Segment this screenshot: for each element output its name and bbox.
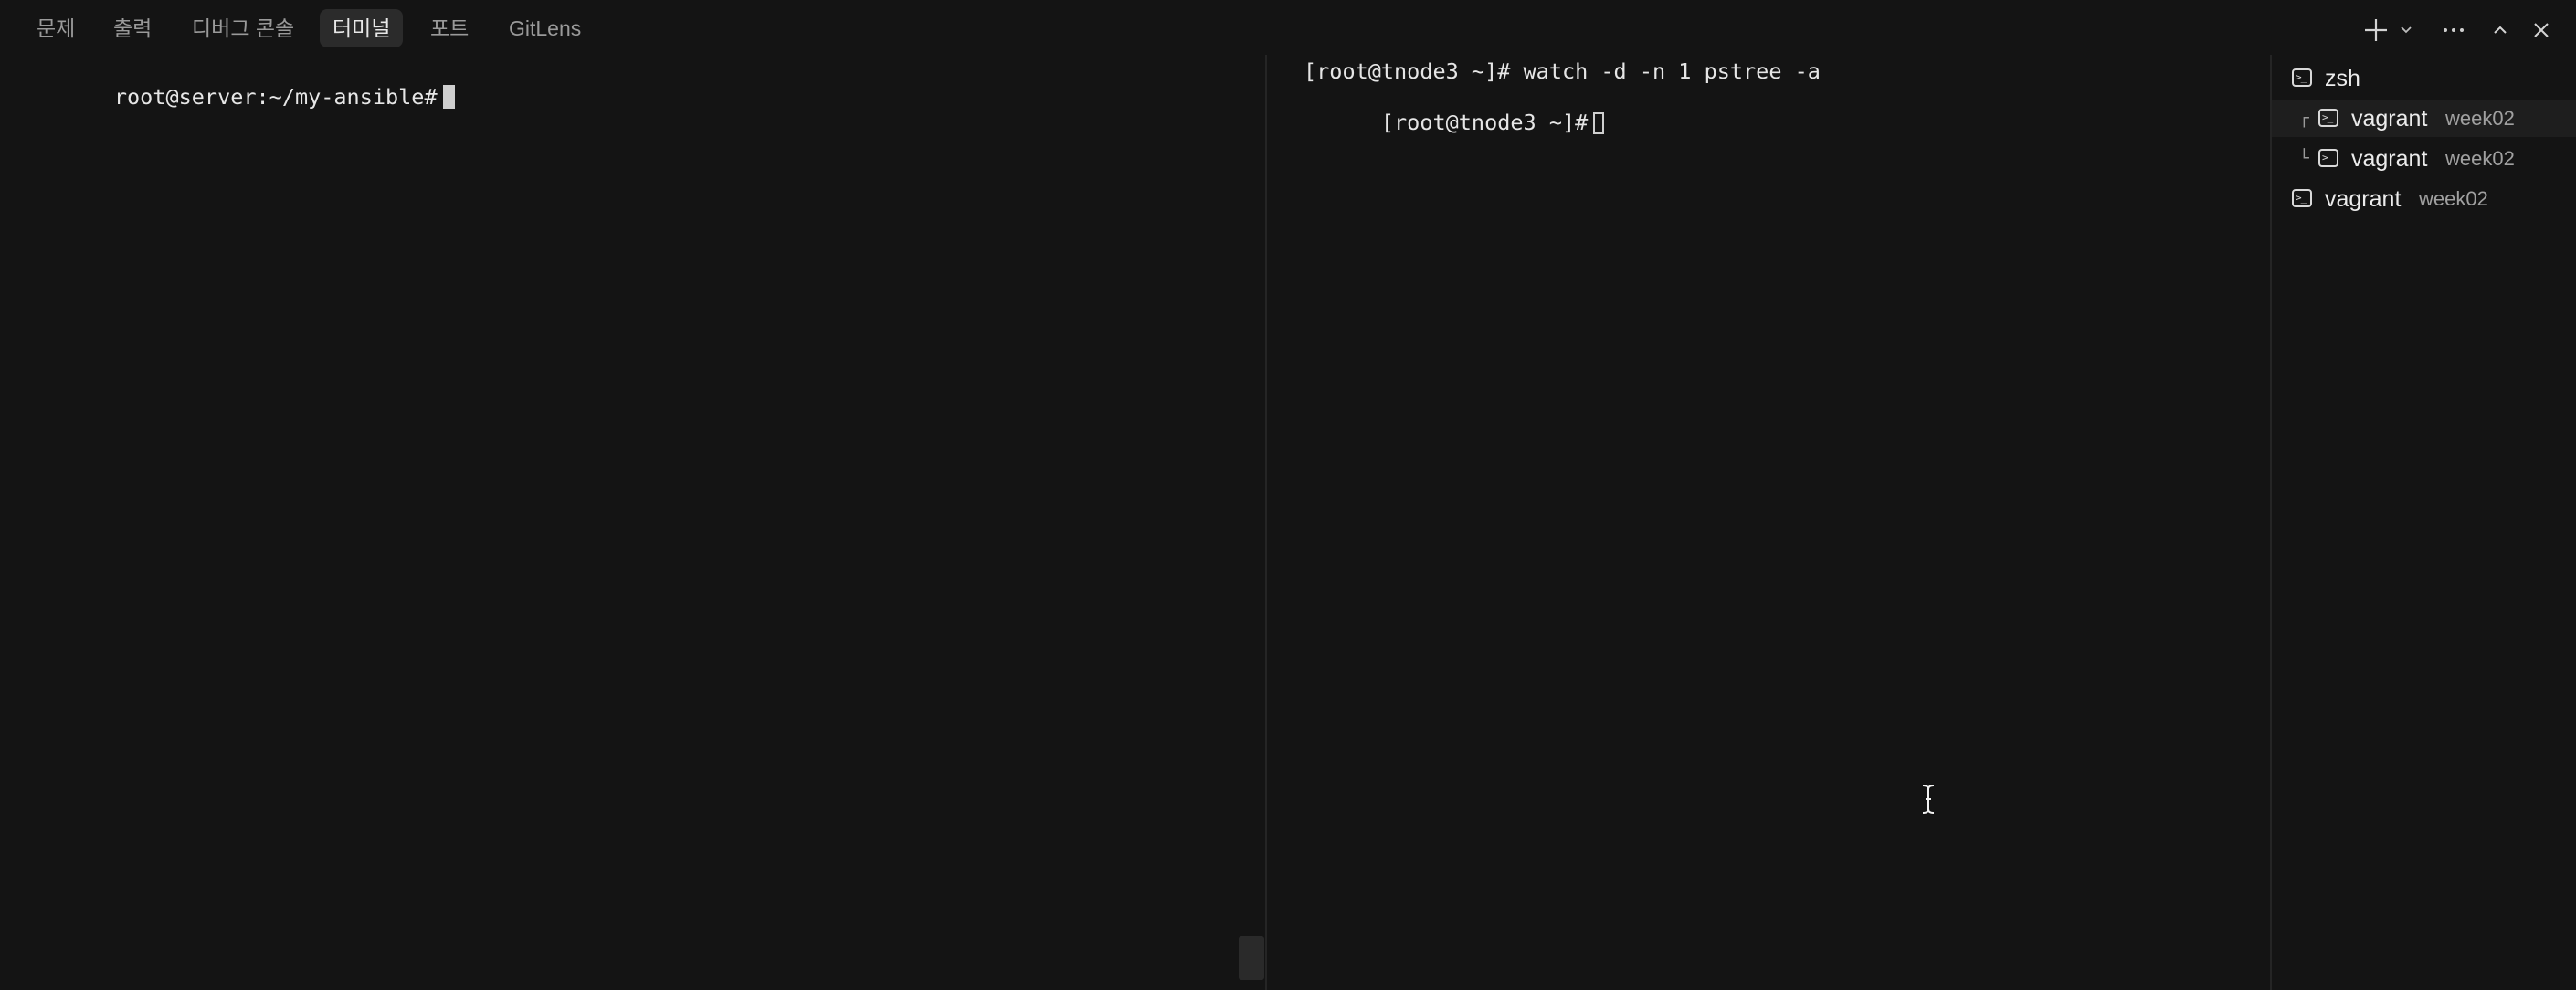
tab-debug-console[interactable]: 디버그 콘솔 [179,9,307,47]
left-pane-scrollbar[interactable] [1239,936,1264,980]
terminal-list: zsh ┌ vagrant week02 └ vagrant week02 va… [2272,55,2576,990]
tab-ports[interactable]: 포트 [417,9,481,47]
terminal-cursor [442,85,455,109]
tab-gitlens[interactable]: GitLens [496,9,594,47]
terminal-list-item[interactable]: └ vagrant week02 [2272,140,2576,177]
tab-problems[interactable]: 문제 [24,9,88,47]
terminal-list-item[interactable]: ┌ vagrant week02 [2272,100,2576,137]
panel-tab-bar: 문제 출력 디버그 콘솔 터미널 포트 GitLens [0,0,2576,55]
terminal-list-item-name: zsh [2325,66,2360,91]
chevron-down-icon[interactable] [2394,11,2418,46]
text-cursor-icon [1922,784,1935,815]
plus-icon[interactable] [2360,11,2391,46]
terminal-list-item-name: vagrant [2325,186,2402,212]
terminal-cursor-unfocused [1593,112,1605,134]
terminal-icon [2318,100,2338,136]
terminal-list-item-name: vagrant [2351,106,2428,132]
terminal-list-item-desc: week02 [2445,107,2515,130]
terminal-list-item-desc: week02 [2419,187,2488,210]
left-terminal-pane[interactable]: root@server:~/my-ansible# [0,55,1265,990]
tree-connector: ┌ [2299,109,2309,128]
right-terminal-prompt: [root@tnode3 ~]# [1380,110,1589,135]
tab-output[interactable]: 출력 [100,9,164,47]
chevron-up-icon[interactable] [2485,11,2516,46]
terminal-list-item[interactable]: vagrant week02 [2272,180,2576,217]
terminal-list-item-desc: week02 [2445,147,2515,170]
right-terminal-line-1: [root@tnode3 ~]# watch -d -n 1 pstree -a [1304,58,1821,84]
terminal-icon [2292,180,2312,216]
close-icon[interactable] [2526,11,2557,46]
terminal-panel: 문제 출력 디버그 콘솔 터미널 포트 GitLens root@server:… [0,0,2576,990]
terminal-icon [2292,59,2312,96]
terminal-icon [2318,140,2338,176]
right-terminal-pane[interactable]: [root@tnode3 ~]# watch -d -n 1 pstree -a… [1267,55,2270,990]
left-terminal-prompt: root@server:~/my-ansible# [113,84,438,110]
ellipsis-icon[interactable] [2437,11,2470,46]
terminal-list-item-name: vagrant [2351,146,2428,172]
tab-terminal[interactable]: 터미널 [320,9,404,47]
terminal-list-item[interactable]: zsh [2272,59,2576,97]
tree-connector: └ [2299,149,2309,168]
